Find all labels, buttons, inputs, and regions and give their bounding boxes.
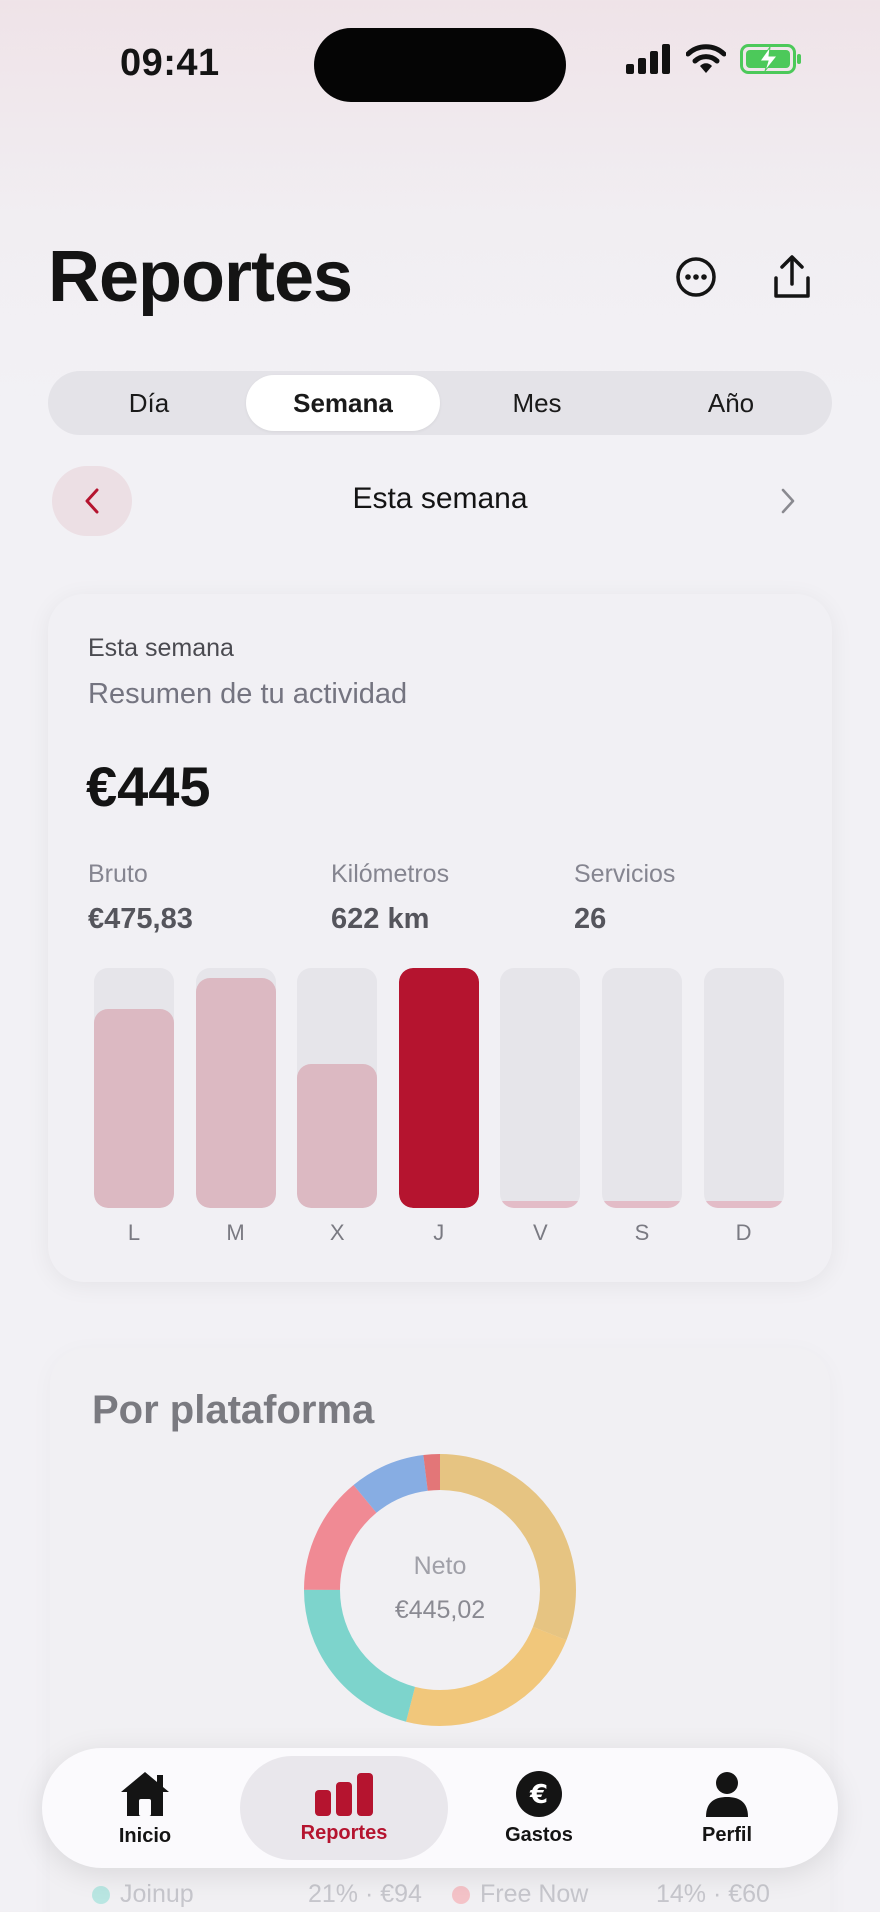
status-icons — [626, 44, 802, 74]
legend-dot — [452, 1885, 470, 1904]
legend-value: 14% · €60 — [656, 1880, 770, 1908]
platform-title: Por plataforma — [92, 1388, 375, 1432]
platform-donut-chart: Neto €445,02 — [302, 1452, 578, 1728]
tab-label: Inicio — [118, 1824, 172, 1847]
tab-label: Perfil — [701, 1823, 753, 1846]
metric-kilometers: Kilómetros 622 km — [331, 860, 449, 936]
more-button[interactable] — [669, 250, 723, 304]
legend-item: Joinup — [92, 1880, 194, 1909]
bar-fill — [398, 968, 479, 1208]
bar-fill — [500, 1200, 581, 1208]
status-time: 09:41 — [120, 42, 220, 84]
legend-dot — [92, 1885, 110, 1904]
metric-label: Bruto — [88, 860, 148, 888]
ellipsis-circle-icon — [676, 257, 716, 297]
wifi-icon — [686, 44, 726, 73]
bar-label: S — [634, 1220, 650, 1245]
euro-icon: € — [516, 1770, 562, 1817]
metric-gross: Bruto €475,83 — [88, 860, 193, 936]
share-button[interactable] — [765, 250, 819, 304]
tab-perfil[interactable]: Perfil — [662, 1756, 792, 1860]
bar-label: D — [735, 1220, 752, 1245]
dynamic-island — [314, 28, 566, 102]
week-title: Esta semana — [352, 482, 528, 515]
net-amount: €445 — [86, 755, 211, 818]
tab-label: Reportes — [300, 1821, 388, 1844]
share-icon — [774, 255, 810, 298]
bar-track — [195, 968, 276, 1208]
segment-day[interactable]: Día — [52, 375, 246, 431]
cellular-signal-icon — [626, 44, 670, 74]
bar-fill — [703, 1200, 784, 1208]
metric-label: Kilómetros — [331, 860, 450, 888]
legend-item: Free Now — [452, 1880, 588, 1909]
segment-week[interactable]: Semana — [246, 375, 440, 431]
next-week-button[interactable] — [768, 474, 808, 528]
battery-charging-icon — [740, 44, 801, 74]
segment-year[interactable]: Año — [634, 375, 828, 431]
bar-track — [602, 968, 682, 1208]
bar-fill — [297, 1064, 378, 1208]
legend-name: Free Now — [480, 1880, 589, 1908]
bar-label: J — [433, 1220, 445, 1245]
bar-chart-icon — [315, 1772, 373, 1816]
bar-track — [398, 968, 479, 1208]
tab-reportes[interactable]: Reportes — [240, 1756, 448, 1860]
bar-track — [94, 968, 174, 1208]
segment-month[interactable]: Mes — [440, 375, 634, 431]
bar-fill — [195, 977, 276, 1208]
bar-track — [500, 968, 581, 1208]
bar-track — [297, 968, 378, 1208]
summary-card: Esta semana Resumen de tu actividad €445… — [48, 594, 832, 1282]
metric-services: Servicios 26 — [574, 860, 675, 936]
chevron-right-icon — [781, 488, 795, 514]
bar-label: V — [533, 1220, 548, 1245]
home-icon — [121, 1771, 169, 1816]
person-icon — [706, 1771, 748, 1817]
metric-value: €475,83 — [88, 903, 193, 935]
tab-label: Gastos — [505, 1823, 573, 1846]
metric-value: 26 — [574, 903, 607, 935]
weekly-bar-chart: LMXJVSD — [94, 968, 788, 1264]
bar-label: M — [226, 1220, 245, 1245]
donut-center-value: €445,02 — [394, 1596, 486, 1624]
metric-value: 622 km — [331, 903, 430, 935]
legend-value: 21% · €94 — [308, 1880, 422, 1908]
page-title: Reportes — [48, 237, 353, 317]
bar-label: L — [127, 1220, 141, 1245]
bar-label: X — [329, 1220, 345, 1245]
tab-gastos[interactable]: € Gastos — [474, 1756, 604, 1860]
tab-bar: Inicio Reportes € Gastos Perfil — [42, 1748, 838, 1868]
bar-fill — [94, 1008, 174, 1208]
summary-kicker: Esta semana — [88, 634, 234, 662]
svg-text:€: € — [529, 1780, 548, 1810]
bar-track — [703, 968, 784, 1208]
donut-center-label: Neto — [413, 1552, 467, 1580]
period-segmented-control: Día Semana Mes Año — [48, 371, 832, 435]
tab-inicio[interactable]: Inicio — [80, 1756, 210, 1860]
metric-label: Servicios — [574, 860, 676, 888]
summary-subtitle: Resumen de tu actividad — [88, 678, 408, 710]
donut-svg — [304, 1454, 576, 1726]
bar-fill — [602, 1200, 682, 1208]
legend-name: Joinup — [120, 1880, 194, 1908]
